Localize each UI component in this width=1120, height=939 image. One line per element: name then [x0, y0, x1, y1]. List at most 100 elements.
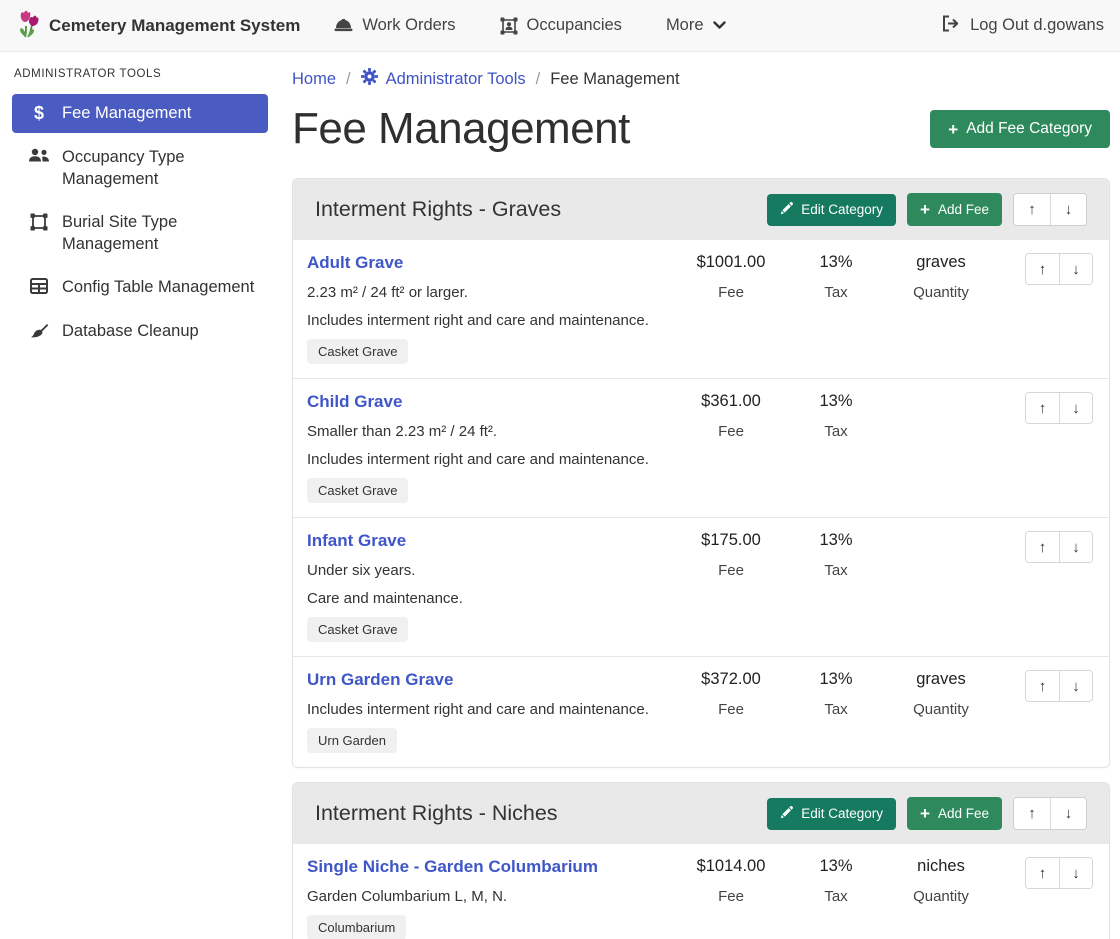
move-fee-down-button[interactable]: ↓ — [1059, 532, 1092, 562]
fee-type-badge: Casket Grave — [307, 339, 408, 364]
fee-amount: $1001.00 — [675, 253, 787, 272]
quantity-value: graves — [885, 253, 997, 272]
sidebar-heading: ADMINISTRATOR TOOLS — [14, 68, 266, 80]
quantity-value: niches — [885, 857, 997, 876]
tax-label: Tax — [787, 562, 885, 579]
fee-name-link[interactable]: Infant Grave — [307, 531, 406, 551]
category-card-niches: Interment Rights - Niches Edit Category — [292, 782, 1110, 939]
edit-category-button[interactable]: Edit Category — [767, 194, 896, 226]
logout-icon — [941, 15, 960, 37]
breadcrumb: Home / — [292, 68, 1110, 90]
move-fee-up-button[interactable]: ↑ — [1026, 858, 1059, 888]
tulip-logo — [16, 8, 40, 43]
fee-label: Fee — [675, 423, 787, 440]
tax-value: 13% — [787, 392, 885, 411]
top-navbar: Cemetery Management System Work Orders — [0, 0, 1120, 52]
app-brand: Cemetery Management System — [16, 8, 300, 43]
sidebar: ADMINISTRATOR TOOLS $ Fee Management Occ… — [0, 52, 280, 939]
fee-description: 2.23 m² / 24 ft² or larger. — [307, 284, 675, 301]
app-title: Cemetery Management System — [49, 16, 300, 36]
pencil-icon — [780, 202, 793, 218]
sidebar-item-occupancy-type-management[interactable]: Occupancy Type Management — [12, 139, 268, 198]
users-icon — [28, 148, 50, 163]
move-category-up-button[interactable]: ↑ — [1014, 194, 1050, 225]
fee-reorder-group: ↑ ↓ — [1025, 670, 1093, 702]
fee-amount: $372.00 — [675, 670, 787, 689]
fee-reorder-group: ↑ ↓ — [1025, 392, 1093, 424]
fee-name-link[interactable]: Adult Grave — [307, 253, 403, 273]
edit-category-button[interactable]: Edit Category — [767, 798, 896, 830]
fee-description: Includes interment right and care and ma… — [307, 701, 675, 718]
move-fee-down-button[interactable]: ↓ — [1059, 393, 1092, 423]
move-fee-up-button[interactable]: ↑ — [1026, 393, 1059, 423]
tax-value: 13% — [787, 253, 885, 272]
nav-more[interactable]: More — [666, 16, 726, 35]
add-fee-button[interactable]: + Add Fee — [907, 193, 1002, 226]
fee-amount: $175.00 — [675, 531, 787, 550]
fee-description: Garden Columbarium L, M, N. — [307, 888, 675, 905]
logout-label: Log Out d.gowans — [970, 16, 1104, 35]
plus-icon: + — [948, 121, 958, 138]
nav-occupancies[interactable]: Occupancies — [500, 16, 622, 35]
fee-name-link[interactable]: Child Grave — [307, 392, 402, 412]
category-header: Interment Rights - Niches Edit Category — [293, 783, 1109, 844]
gear-icon — [361, 68, 378, 90]
frame-user-icon — [500, 17, 518, 35]
breadcrumb-admin-tools[interactable]: Administrator Tools — [361, 68, 526, 90]
move-fee-up-button[interactable]: ↑ — [1026, 671, 1059, 701]
fee-row: Urn Garden Grave Includes interment righ… — [293, 656, 1109, 767]
sidebar-item-label: Fee Management — [62, 103, 191, 124]
fee-name-link[interactable]: Urn Garden Grave — [307, 670, 453, 690]
category-reorder-group: ↑ ↓ — [1013, 193, 1087, 226]
nav-work-orders[interactable]: Work Orders — [334, 16, 455, 35]
sidebar-item-config-table-management[interactable]: Config Table Management — [12, 269, 268, 306]
quantity-value: graves — [885, 670, 997, 689]
fee-row: Child Grave Smaller than 2.23 m² / 24 ft… — [293, 378, 1109, 517]
sidebar-item-label: Burial Site Type Management — [62, 212, 258, 255]
plus-icon: + — [920, 201, 930, 218]
sidebar-item-database-cleanup[interactable]: Database Cleanup — [12, 313, 268, 350]
add-fee-category-button[interactable]: + Add Fee Category — [930, 110, 1110, 148]
fee-type-badge: Casket Grave — [307, 478, 408, 503]
move-fee-up-button[interactable]: ↑ — [1026, 254, 1059, 284]
fee-description: Includes interment right and care and ma… — [307, 451, 675, 468]
move-fee-up-button[interactable]: ↑ — [1026, 532, 1059, 562]
dollar-icon: $ — [28, 104, 50, 122]
fee-type-badge: Casket Grave — [307, 617, 408, 642]
fee-label: Fee — [675, 284, 787, 301]
sidebar-item-label: Database Cleanup — [62, 321, 199, 342]
logout-button[interactable]: Log Out d.gowans — [941, 15, 1104, 37]
category-reorder-group: ↑ ↓ — [1013, 797, 1087, 830]
add-fee-button[interactable]: + Add Fee — [907, 797, 1002, 830]
move-category-down-button[interactable]: ↓ — [1050, 194, 1086, 225]
fee-reorder-group: ↑ ↓ — [1025, 253, 1093, 285]
fee-type-badge: Columbarium — [307, 915, 406, 939]
hard-hat-icon — [334, 17, 353, 34]
fee-amount: $1014.00 — [675, 857, 787, 876]
tax-label: Tax — [787, 284, 885, 301]
frame-icon — [28, 213, 50, 231]
move-category-up-button[interactable]: ↑ — [1014, 798, 1050, 829]
nav-work-orders-label: Work Orders — [362, 16, 455, 35]
breadcrumb-home[interactable]: Home — [292, 70, 336, 89]
move-fee-down-button[interactable]: ↓ — [1059, 671, 1092, 701]
fee-name-link[interactable]: Single Niche - Garden Columbarium — [307, 857, 598, 877]
broom-icon — [28, 322, 50, 339]
fee-label: Fee — [675, 701, 787, 718]
move-fee-down-button[interactable]: ↓ — [1059, 858, 1092, 888]
nav-occupancies-label: Occupancies — [527, 16, 622, 35]
category-title: Interment Rights - Niches — [315, 801, 558, 826]
quantity-label: Quantity — [885, 284, 997, 301]
plus-icon: + — [920, 805, 930, 822]
fee-description: Smaller than 2.23 m² / 24 ft². — [307, 423, 675, 440]
category-title: Interment Rights - Graves — [315, 197, 561, 222]
tax-label: Tax — [787, 701, 885, 718]
table-icon — [28, 278, 50, 294]
sidebar-item-fee-management[interactable]: $ Fee Management — [12, 94, 268, 133]
fee-description: Care and maintenance. — [307, 590, 675, 607]
tax-value: 13% — [787, 857, 885, 876]
chevron-down-icon — [713, 21, 726, 30]
sidebar-item-burial-site-type-management[interactable]: Burial Site Type Management — [12, 204, 268, 263]
move-category-down-button[interactable]: ↓ — [1050, 798, 1086, 829]
move-fee-down-button[interactable]: ↓ — [1059, 254, 1092, 284]
